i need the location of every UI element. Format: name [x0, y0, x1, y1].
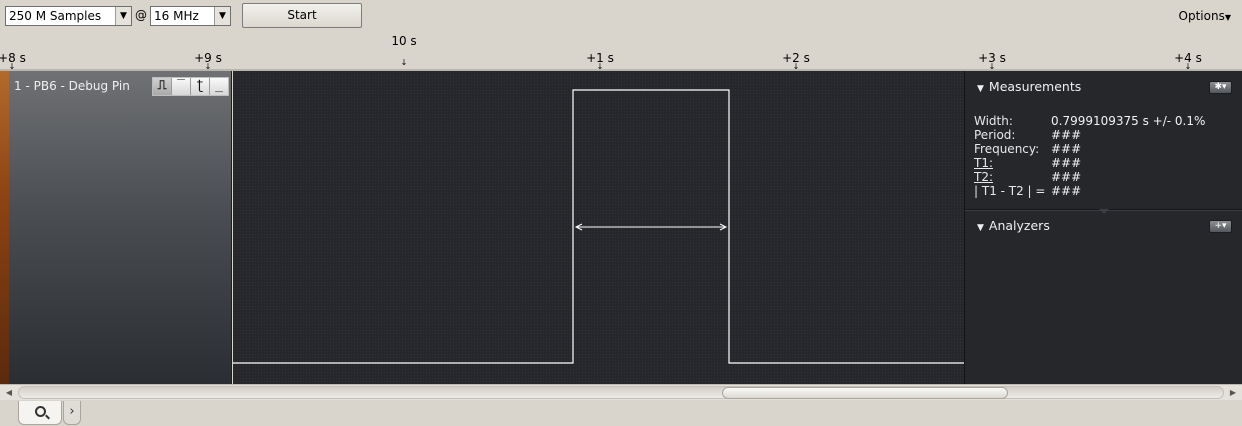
scroll-thumb[interactable] — [722, 387, 1008, 399]
start-button[interactable]: Start — [242, 3, 362, 28]
falling-edge-trigger-icon[interactable]: ʈ — [191, 78, 210, 95]
ruler-tick: +4 s ↓ — [1174, 51, 1202, 71]
scroll-left-icon[interactable]: ◀ — [3, 386, 15, 400]
add-analyzer-icon[interactable]: +▾ — [1209, 220, 1232, 233]
at-label: @ — [135, 8, 147, 22]
measurement-value: ### — [1051, 128, 1082, 142]
rising-edge-trigger-icon[interactable]: ⎍ — [153, 78, 172, 95]
channel-header[interactable]: 1 - PB6 - Debug Pin ⎍ ‾ ʈ _ — [9, 71, 232, 384]
analyzers-header[interactable]: ▼ Analyzers — [977, 218, 1050, 233]
ruler-tick: +1 s ↓ — [586, 51, 614, 71]
options-menu[interactable]: Options▼ — [1179, 9, 1231, 23]
measurement-label: Period: — [974, 128, 1016, 142]
sample-rate-value: 16 MHz — [154, 9, 199, 23]
scroll-track[interactable] — [18, 386, 1224, 399]
search-icon — [34, 406, 46, 417]
measurements-title: Measurements — [988, 79, 1082, 94]
ruler-center-label: 10 s — [391, 34, 417, 48]
measurement-label[interactable]: T1: — [974, 156, 1051, 170]
width-measurement-marker — [574, 223, 728, 231]
sample-count-value: 250 M Samples — [9, 9, 102, 23]
ruler-tick: +2 s ↓ — [782, 51, 810, 71]
ruler-center-time: 10 s ↓ — [391, 34, 417, 67]
waveform-area[interactable] — [233, 71, 964, 384]
chevron-down-icon[interactable]: ▼ — [115, 7, 131, 25]
measurements-list: Width: 0.7999109375 s +/- 0.1% Period: #… — [974, 114, 1205, 198]
measurement-row: Frequency: ### — [974, 142, 1205, 156]
channel-name: 1 - PB6 - Debug Pin — [14, 79, 130, 93]
collapse-triangle-icon[interactable]: ▼ — [977, 223, 984, 233]
measurements-header[interactable]: ▼ Measurements — [977, 79, 1081, 94]
measurement-row: Period: ### — [974, 128, 1205, 142]
analyzers-title: Analyzers — [988, 218, 1050, 233]
time-ruler[interactable]: +8 s ↓ +9 s ↓ 10 s ↓ +1 s ↓ +2 s ↓ +3 s … — [0, 32, 1242, 71]
measurement-value: ### — [1051, 184, 1082, 198]
tick-mark-icon: ↓ — [400, 58, 408, 67]
collapse-triangle-icon[interactable]: ▼ — [977, 84, 984, 94]
scroll-right-icon[interactable]: ▶ — [1227, 386, 1239, 400]
divider-handle-icon[interactable] — [1099, 209, 1109, 214]
channel-color-strip — [0, 71, 9, 384]
toolbar: 250 M Samples ▼ @ 16 MHz ▼ Start Options… — [0, 0, 1242, 32]
sample-rate-select[interactable]: 16 MHz ▼ — [150, 6, 231, 26]
low-level-trigger-icon[interactable]: _ — [210, 78, 228, 95]
sample-count-select[interactable]: 250 M Samples ▼ — [5, 6, 132, 26]
caret-down-icon: ▼ — [1224, 13, 1231, 22]
measurement-value: ### — [1051, 170, 1082, 184]
measurement-label: Frequency: — [974, 142, 1040, 156]
measurement-value: 0.7999109375 s +/- 0.1% — [1051, 114, 1206, 128]
trigger-selector: ⎍ ‾ ʈ _ — [152, 77, 229, 96]
gear-icon[interactable]: ✱▾ — [1209, 81, 1232, 94]
measurement-label: Width: — [974, 114, 1013, 128]
tab-search[interactable] — [18, 401, 62, 425]
measurement-row: Width: 0.7999109375 s +/- 0.1% — [974, 114, 1205, 128]
chevron-right-icon: › — [69, 404, 75, 419]
chevron-down-icon[interactable]: ▼ — [214, 7, 230, 25]
waveform-plot — [233, 89, 964, 364]
horizontal-scrollbar[interactable]: ◀ ▶ — [0, 384, 1242, 400]
measurement-value: ### — [1051, 156, 1082, 170]
measurement-row: | T1 - T2 | = ### — [974, 184, 1205, 198]
bottom-tab-bar: › — [0, 400, 1242, 426]
measurement-row: T1: ### — [974, 156, 1205, 170]
measurement-label: | T1 - T2 | = — [974, 184, 1046, 198]
measurement-row: T2: ### — [974, 170, 1205, 184]
options-label: Options — [1178, 9, 1225, 23]
ruler-tick: +3 s ↓ — [978, 51, 1006, 71]
high-level-trigger-icon[interactable]: ‾ — [172, 78, 191, 95]
tab-next[interactable]: › — [63, 401, 81, 425]
measurement-label[interactable]: T2: — [974, 170, 1051, 184]
ruler-tick: +8 s ↓ — [0, 51, 26, 71]
measurement-value: ### — [1051, 142, 1082, 156]
ruler-tick: +9 s ↓ — [194, 51, 222, 71]
side-panel: ▼ Measurements ✱▾ Width: 0.7999109375 s +… — [964, 71, 1242, 384]
